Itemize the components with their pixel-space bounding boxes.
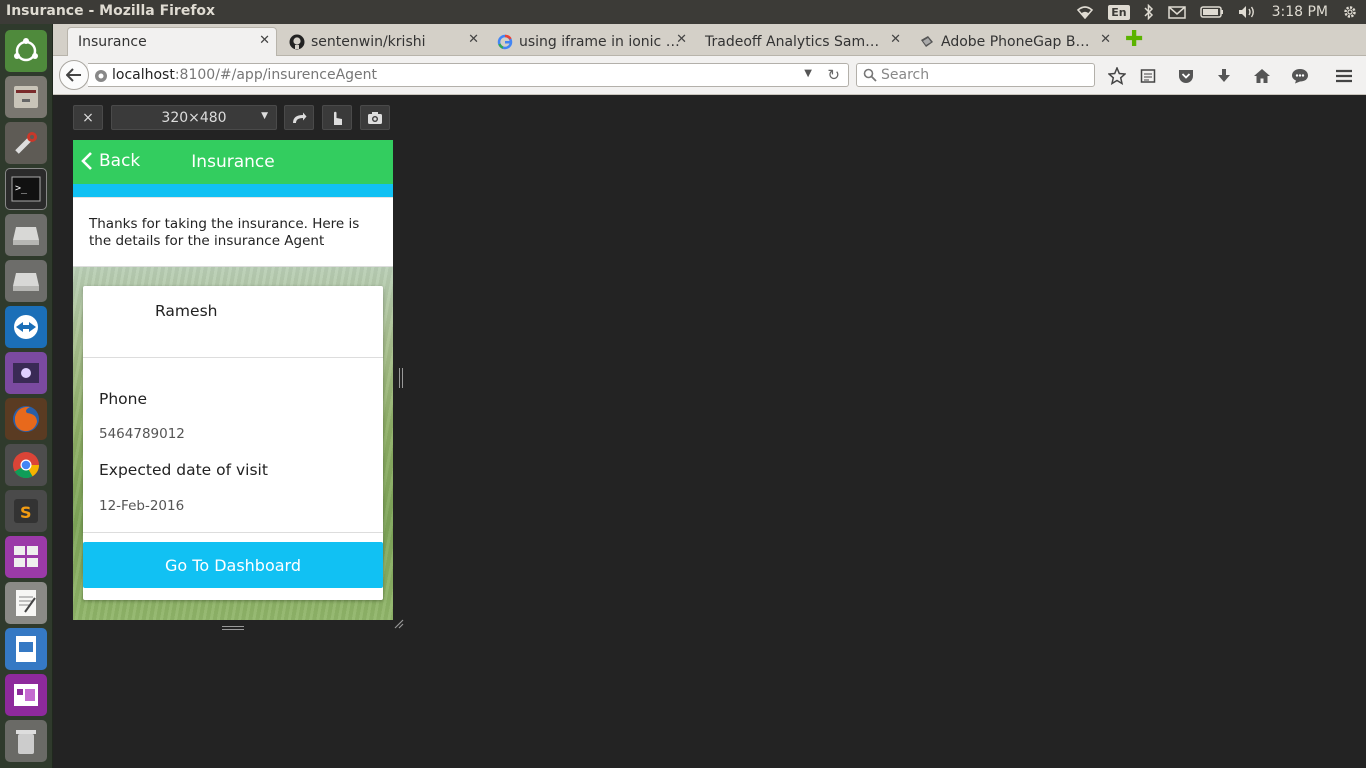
visit-date-value: 12-Feb-2016 [99,498,185,514]
tab-label: using iframe in ionic … [519,33,680,50]
launcher-chrome-icon[interactable] [5,444,47,486]
back-button[interactable] [59,60,89,90]
mobile-viewport: Back Insurance Thanks for taking the ins… [73,140,393,620]
tab-github[interactable]: sentenwin/krishi ✕ [279,27,485,56]
close-tab-icon[interactable]: ✕ [259,33,270,48]
launcher-files-icon[interactable] [5,76,47,118]
tab-tradeoff-analytics[interactable]: Tradeoff Analytics Sam… ✕ [695,27,907,56]
agent-card: Ramesh Phone 5464789012 Expected date of… [83,286,383,600]
message-box: Thanks for taking the insurance. Here is… [73,197,393,267]
launcher-impress-icon[interactable] [5,674,47,716]
tab-insurance[interactable]: Insurance ✕ [67,27,277,56]
tab-google-search[interactable]: using iframe in ionic … ✕ [487,27,693,56]
viewport-resize-handle-vertical[interactable] [399,368,403,388]
launcher-text-editor-icon[interactable] [5,582,47,624]
rdm-touch-button[interactable] [322,105,352,130]
accent-strip [73,184,393,197]
clock[interactable]: 3:18 PM [1272,4,1328,20]
volume-icon[interactable] [1238,5,1258,19]
rdm-size-label: 320×480 [161,109,227,126]
window-title: Insurance - Mozilla Firefox [6,3,216,19]
search-icon [863,68,877,82]
site-info-icon[interactable] [94,69,108,83]
new-tab-plus-icon[interactable]: ✚ [1125,29,1143,51]
pocket-icon[interactable] [1175,65,1197,87]
page-title: Insurance [191,152,275,172]
tab-label: sentenwin/krishi [311,33,426,50]
tab-label: Insurance [78,34,147,50]
rotate-icon [293,112,307,123]
agent-name: Ramesh [155,302,218,320]
home-icon[interactable] [1251,65,1273,87]
rdm-close-button[interactable]: × [73,105,103,130]
bluetooth-icon[interactable] [1144,4,1154,20]
launcher-media-icon[interactable] [5,352,47,394]
launcher-firefox-icon[interactable] [5,398,47,440]
github-icon [289,34,305,49]
launcher-system-tools-icon[interactable] [5,122,47,164]
tab-label: Adobe PhoneGap B… [941,33,1090,50]
rdm-size-select[interactable]: 320×480 ▼ [111,105,277,130]
chevron-down-icon: ▼ [261,111,268,121]
tab-phonegap[interactable]: Adobe PhoneGap B… ✕ [909,27,1117,56]
bookmark-star-icon[interactable] [1106,65,1128,87]
phone-label: Phone [99,390,148,408]
mail-icon[interactable] [1167,5,1186,19]
viewport-resize-corner-icon[interactable] [394,619,404,629]
tab-strip: Insurance ✕ sentenwin/krishi ✕ using ifr… [53,24,1366,56]
close-tab-icon[interactable]: ✕ [468,32,479,47]
phone-value: 5464789012 [99,426,185,442]
close-tab-icon[interactable]: ✕ [1100,32,1111,47]
close-tab-icon[interactable]: ✕ [890,32,901,47]
close-tab-icon[interactable]: ✕ [676,32,687,47]
back-arrow-icon [66,68,81,82]
reload-icon[interactable]: ↻ [827,66,840,84]
rdm-rotate-button[interactable] [284,105,314,130]
touch-icon [334,111,342,125]
google-icon [497,34,513,49]
go-to-dashboard-button[interactable]: Go To Dashboard [83,542,383,588]
hamburger-menu-icon[interactable] [1333,65,1355,87]
launcher-dash-icon[interactable] [5,30,47,72]
page-content: × 320×480 ▼ Back Insurance Thanks for ta… [53,95,1366,768]
chat-icon[interactable] [1289,65,1311,87]
launcher-drive-icon[interactable] [5,214,47,256]
search-placeholder: Search [881,67,930,83]
app-header: Back Insurance [73,140,393,184]
keyboard-layout-indicator[interactable]: En [1108,4,1130,20]
search-input[interactable]: Search [856,63,1095,87]
viewport-resize-handle-horizontal[interactable] [222,626,244,630]
svg-text:S: S [20,503,32,522]
thank-you-message: Thanks for taking the insurance. Here is… [89,216,360,249]
camera-icon [368,111,382,124]
wifi-icon[interactable] [1076,5,1094,19]
downloads-icon[interactable] [1213,65,1235,87]
launcher-workspace-switcher-icon[interactable] [5,536,47,578]
divider [83,357,383,358]
launcher-trash-icon[interactable] [5,720,47,762]
settings-gear-icon[interactable] [1342,4,1358,20]
launcher-writer-icon[interactable] [5,628,47,670]
launcher-terminal-icon[interactable]: >_ [5,168,47,210]
reading-list-icon[interactable] [1137,65,1159,87]
battery-icon[interactable] [1199,6,1224,18]
url-dropdown-icon[interactable]: ▼ [804,68,812,79]
visit-date-label: Expected date of visit [99,461,268,479]
launcher-sublime-icon[interactable]: S [5,490,47,532]
system-tray: En 3:18 PM [1076,0,1358,24]
launcher: >_ S [0,24,53,768]
launcher-drive-icon[interactable] [5,260,47,302]
url-text[interactable]: localhost:8100/#/app/insurenceAgent [112,67,377,83]
tab-label: Tradeoff Analytics Sam… [705,33,880,50]
svg-text:>_: >_ [15,183,28,194]
rdm-screenshot-button[interactable] [360,105,390,130]
navigation-toolbar: localhost:8100/#/app/insurenceAgent ▼ ↻ … [53,56,1366,95]
system-top-panel: Insurance - Mozilla Firefox En 3:18 PM [0,0,1366,24]
url-bar[interactable]: localhost:8100/#/app/insurenceAgent ▼ ↻ [88,63,849,87]
launcher-teamviewer-icon[interactable] [5,306,47,348]
divider [83,532,383,533]
phonegap-icon [921,35,933,47]
